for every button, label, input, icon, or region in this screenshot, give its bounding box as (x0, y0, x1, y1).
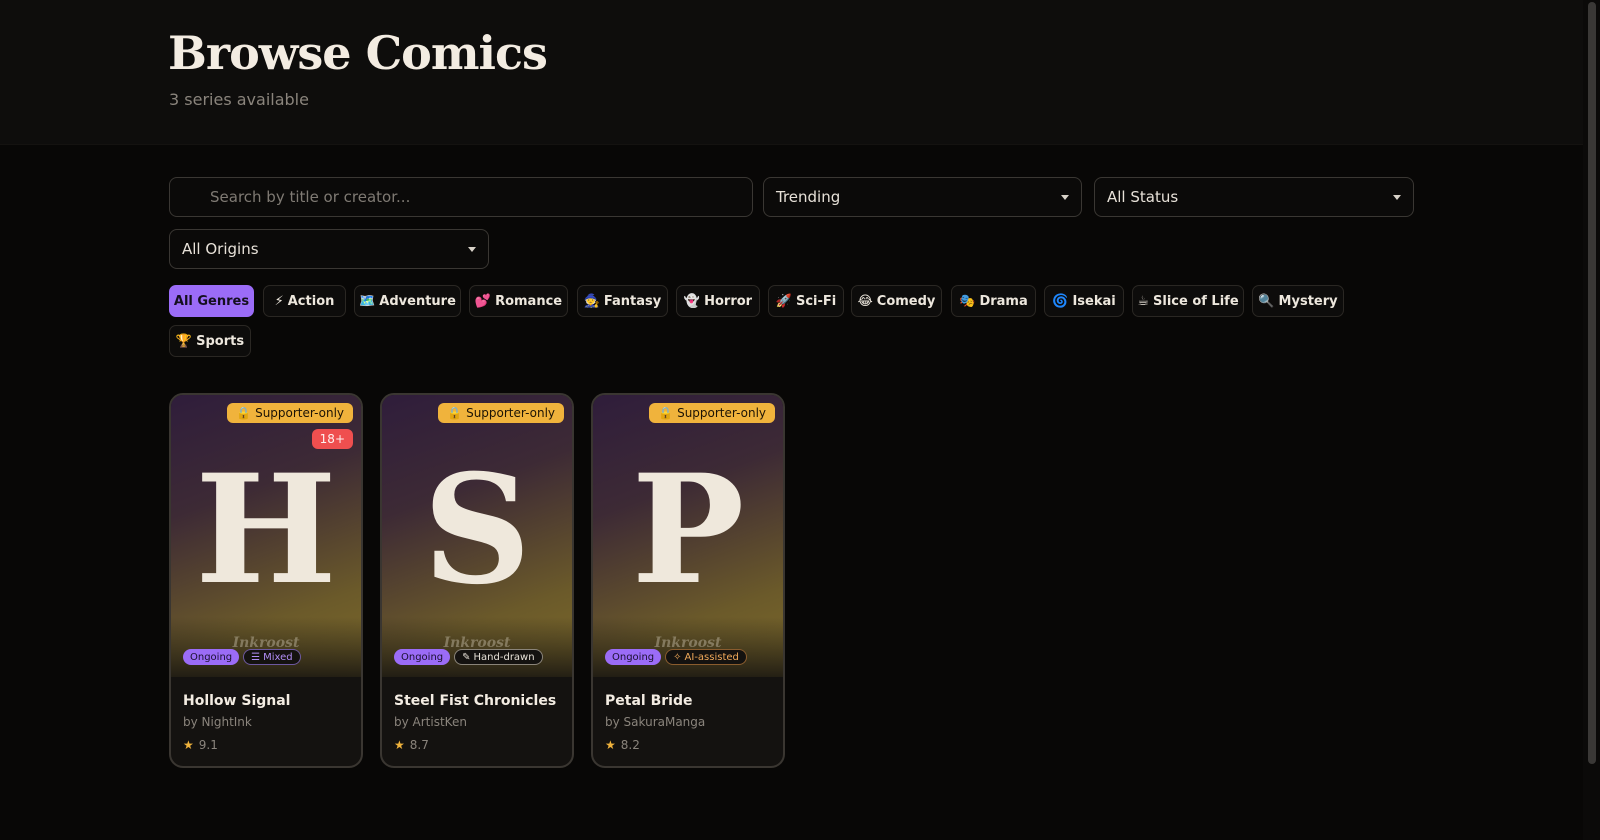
genre-chip-comedy[interactable]: 😂 Comedy (851, 285, 942, 317)
tag-row: Ongoing ✧ AI-assisted (605, 649, 747, 665)
comic-rating: ★ 8.2 (605, 738, 640, 752)
comic-cover[interactable]: P Inkroost 🔒 Supporter-only Ongoing ✧ AI-a… (593, 395, 783, 677)
tag-row: Ongoing ✎ Hand-drawn (394, 649, 543, 665)
chevron-down-icon (1061, 194, 1069, 200)
wizard-icon: 🧙 (583, 293, 600, 309)
genre-chip-drama[interactable]: 🎭 Drama (951, 285, 1036, 317)
cover-letter: H (195, 442, 337, 618)
page-title: Browse Comics (168, 26, 548, 80)
star-icon: ★ (394, 738, 405, 752)
comic-title[interactable]: Petal Bride (605, 693, 692, 709)
comic-card[interactable]: S Inkroost 🔒 Supporter-only Ongoing ✎ Hand… (380, 393, 574, 768)
comic-cover[interactable]: S Inkroost 🔒 Supporter-only Ongoing ✎ Hand… (382, 395, 572, 677)
star-icon: ★ (605, 738, 616, 752)
supporter-badge: 🔒 Supporter-only (438, 403, 564, 423)
genre-chip-slice-of-life[interactable]: ☕ Slice of Life (1132, 285, 1244, 317)
status-badge: Ongoing (183, 649, 240, 665)
map-icon: 🗺️ (359, 293, 376, 309)
coffee-icon: ☕ (1137, 293, 1149, 309)
hearts-icon: 💕 (474, 293, 492, 309)
genre-chip-adventure[interactable]: 🗺️ Adventure (354, 285, 461, 317)
theater-masks-icon: 🎭 (959, 293, 976, 309)
status-select[interactable]: All Status (1094, 177, 1414, 217)
cover-letter: S (422, 442, 532, 618)
comic-rating: ★ 8.7 (394, 738, 429, 752)
series-count: 3 series available (169, 90, 309, 109)
rocket-icon: 🚀 (775, 293, 792, 309)
cover-letter: P (631, 442, 745, 618)
trophy-icon: 🏆 (175, 333, 193, 349)
comic-creator: by NightInk (183, 715, 252, 729)
origin-select-value: All Origins (182, 240, 259, 258)
supporter-badge: 🔒 Supporter-only (227, 403, 353, 423)
genre-chip-mystery[interactable]: 🔍 Mystery (1252, 285, 1344, 317)
sort-select-value: Trending (776, 188, 841, 206)
origin-badge: ☰ Mixed (243, 649, 301, 665)
age-rating-badge: 18+ (311, 429, 353, 449)
comic-title[interactable]: Steel Fist Chronicles (394, 693, 556, 709)
search-input[interactable]: Search by title or creator... (169, 177, 753, 217)
comic-rating: ★ 9.1 (183, 738, 218, 752)
origin-badge: ✎ Hand-drawn (454, 649, 543, 665)
laughing-face-icon: 😂 (857, 293, 873, 309)
ghost-icon: 👻 (683, 293, 701, 309)
mixed-icon: ☰ (251, 651, 261, 663)
chevron-down-icon (468, 246, 476, 252)
sort-select[interactable]: Trending (763, 177, 1082, 217)
lock-icon: 🔒 (658, 406, 674, 420)
genre-chip-scifi[interactable]: 🚀 Sci-Fi (768, 285, 844, 317)
status-badge: Ongoing (394, 649, 451, 665)
origin-badge: ✧ AI-assisted (665, 649, 747, 665)
tag-row: Ongoing ☰ Mixed (183, 649, 301, 665)
comic-creator: by SakuraManga (605, 715, 706, 729)
genre-chip-action[interactable]: ⚡ Action (263, 285, 346, 317)
status-select-value: All Status (1107, 188, 1179, 206)
pencil-icon: ✎ (462, 651, 471, 663)
star-icon: ★ (183, 738, 194, 752)
search-placeholder: Search by title or creator... (210, 188, 411, 206)
lightning-icon: ⚡ (274, 293, 284, 309)
supporter-badge: 🔒 Supporter-only (649, 403, 775, 423)
scrollbar-thumb[interactable] (1588, 2, 1596, 764)
comic-creator: by ArtistKen (394, 715, 467, 729)
genre-chip-fantasy[interactable]: 🧙 Fantasy (577, 285, 668, 317)
genre-chip-sports[interactable]: 🏆 Sports (169, 325, 251, 357)
status-badge: Ongoing (605, 649, 662, 665)
comic-card[interactable]: H Inkroost 🔒 Supporter-only 18+ Ongoing ☰… (169, 393, 363, 768)
origin-select[interactable]: All Origins (169, 229, 489, 269)
genre-chip-romance[interactable]: 💕 Romance (469, 285, 568, 317)
lock-icon: 🔒 (447, 406, 463, 420)
page-header: Browse Comics 3 series available (0, 0, 1583, 145)
genre-chip-isekai[interactable]: 🌀 Isekai (1044, 285, 1124, 317)
comic-card[interactable]: P Inkroost 🔒 Supporter-only Ongoing ✧ AI-a… (591, 393, 785, 768)
lock-icon: 🔒 (236, 406, 252, 420)
sparkle-icon: ✧ (673, 651, 682, 663)
cyclone-icon: 🌀 (1052, 293, 1069, 309)
comic-title[interactable]: Hollow Signal (183, 693, 290, 709)
magnifier-icon: 🔍 (1258, 293, 1275, 309)
scrollbar[interactable] (1583, 0, 1600, 840)
genre-chip-horror[interactable]: 👻 Horror (676, 285, 760, 317)
comic-cover[interactable]: H Inkroost 🔒 Supporter-only 18+ Ongoing ☰… (171, 395, 361, 677)
chevron-down-icon (1393, 194, 1401, 200)
genre-chip-all[interactable]: All Genres (169, 285, 254, 317)
